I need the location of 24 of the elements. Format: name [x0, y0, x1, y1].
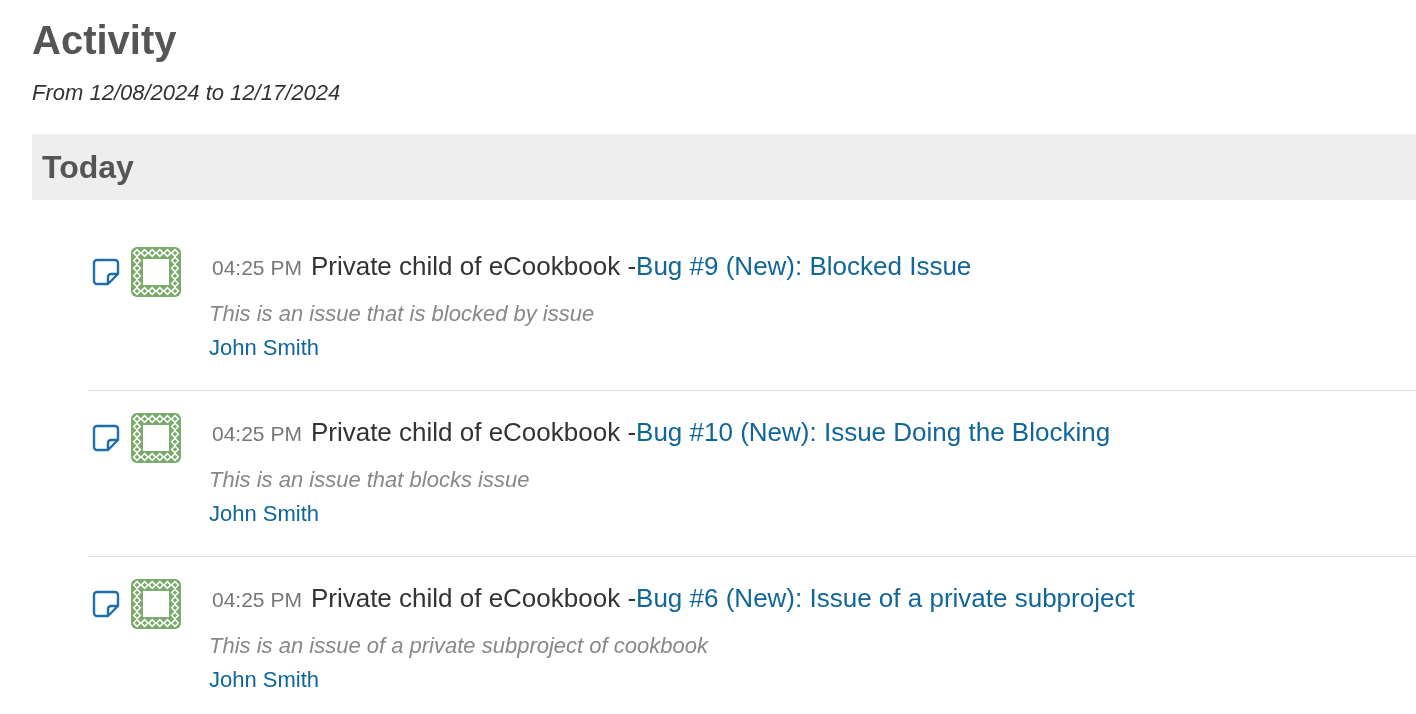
event-time: 04:25 PM: [212, 588, 302, 612]
project-name: Private child of eCookbook -: [310, 251, 637, 282]
note-icon: [92, 258, 120, 286]
author-link[interactable]: John Smith: [209, 497, 320, 531]
author-link[interactable]: John Smith: [209, 663, 320, 697]
note-icon: [92, 590, 120, 618]
event-time: 04:25 PM: [212, 422, 302, 446]
event-description: This is an issue that blocks issue: [209, 466, 530, 494]
author-link[interactable]: John Smith: [209, 331, 320, 365]
issue-link[interactable]: Bug #6 (New): Issue of a private subproject: [636, 583, 1135, 614]
issue-link[interactable]: Bug #10 (New): Issue Doing the Blocking: [636, 417, 1111, 448]
issue-link[interactable]: Bug #9 (New): Blocked Issue: [636, 251, 972, 282]
note-icon: [92, 424, 120, 452]
avatar-icon: [131, 579, 181, 629]
project-name: Private child of eCookbook -: [310, 583, 637, 614]
date-range: From 12/08/2024 to 12/17/2024: [32, 79, 341, 107]
event-description: This is an issue of a private subproject of cookbook: [209, 632, 708, 660]
project-name: Private child of eCookbook -: [310, 417, 637, 448]
event-time: 04:25 PM: [212, 256, 302, 280]
day-heading: Today: [32, 134, 1416, 200]
event-description: This is an issue that is blocked by issue: [209, 300, 595, 328]
page-title: Activity: [32, 17, 177, 64]
avatar-icon: [131, 413, 181, 463]
avatar-icon: [131, 247, 181, 297]
